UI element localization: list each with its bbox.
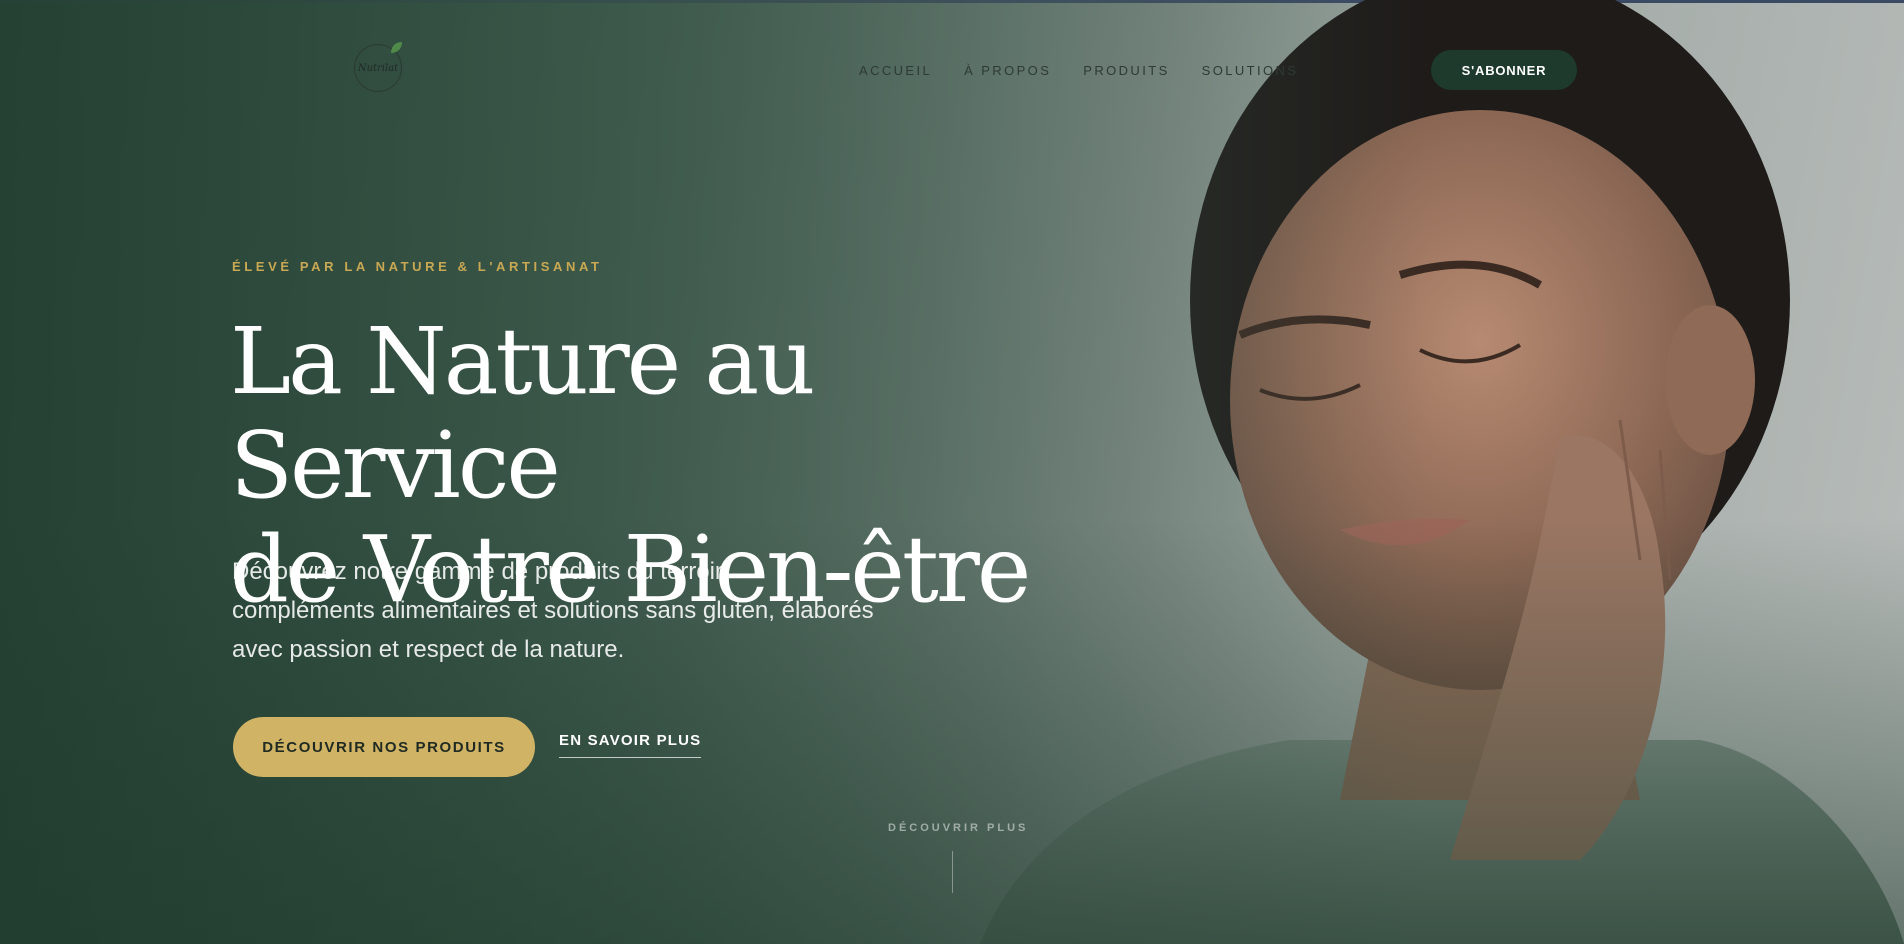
discover-products-button[interactable]: DÉCOUVRIR NOS PRODUITS [233,717,535,777]
nav-item-a-propos[interactable]: À PROPOS [964,63,1051,78]
hero-eyebrow: ÉLEVÉ PAR LA NATURE & L'ARTISANAT [232,259,603,274]
logo-text: Nutrilat [357,62,399,74]
logo[interactable]: Nutrilat [354,42,402,92]
nav-item-solutions[interactable]: SOLUTIONS [1202,63,1299,78]
scroll-indicator-line [952,851,953,893]
main-nav: ACCUEIL À PROPOS PRODUITS SOLUTIONS [859,63,1298,78]
hero-headline-line1: La Nature au Service [230,308,816,519]
leaf-icon [391,42,402,53]
learn-more-link[interactable]: EN SAVOIR PLUS [559,732,702,758]
scroll-indicator-label[interactable]: DÉCOUVRIR PLUS [888,822,1028,834]
hero-description-line2: compléments alimentaires et solutions sa… [232,597,874,624]
subscribe-button[interactable]: S'ABONNER [1431,50,1577,90]
nav-item-produits[interactable]: PRODUITS [1083,63,1169,78]
nav-item-accueil[interactable]: ACCUEIL [859,63,932,78]
hero-section: Nutrilat ACCUEIL À PROPOS PRODUITS SOLUT… [0,0,1904,944]
hero-description-line1: Découvrez notre gamme de produits du ter… [232,558,729,585]
hero-description: Découvrez notre gamme de produits du ter… [232,552,932,669]
hero-description-line3: avec passion et respect de la nature. [232,636,625,663]
